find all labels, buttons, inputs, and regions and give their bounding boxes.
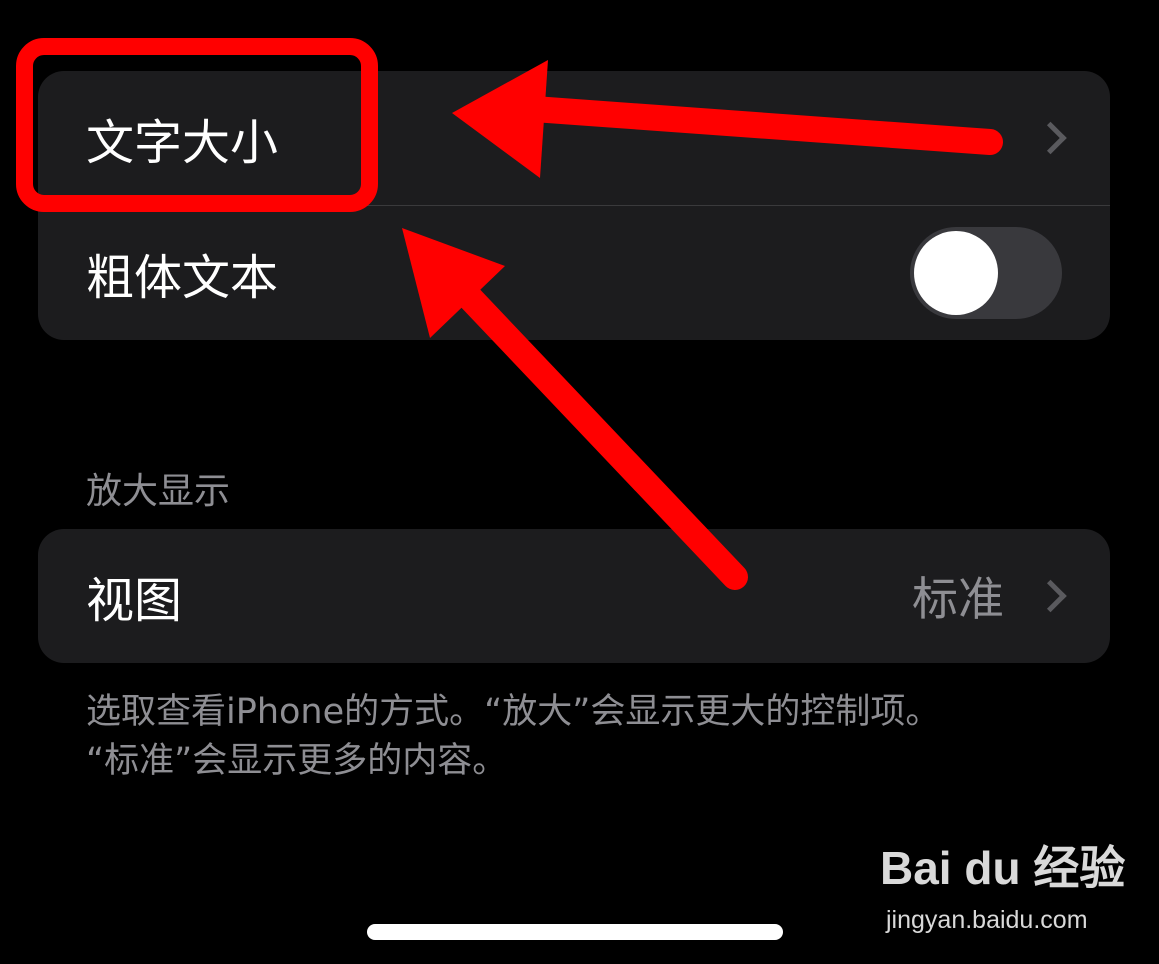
chevron-right-icon	[1034, 121, 1067, 155]
zoom-settings-group: 视图 标准	[38, 529, 1110, 663]
toggle-knob	[914, 231, 998, 315]
view-value: 标准	[912, 572, 1004, 626]
bold-text-row: 粗体文本	[38, 206, 1110, 340]
text-size-row[interactable]: 文字大小	[38, 71, 1110, 205]
zoom-section-header: 放大显示	[86, 471, 231, 512]
footer-line-1: 选取查看iPhone的方式。“放大”会显示更大的控制项。	[86, 692, 941, 732]
display-settings-group: 文字大小 粗体文本	[38, 71, 1110, 340]
zoom-footer-note: 选取查看iPhone的方式。“放大”会显示更大的控制项。 “标准”会显示更多的内…	[86, 688, 1086, 786]
bold-text-label: 粗体文本	[86, 250, 279, 306]
bold-text-toggle[interactable]	[910, 227, 1062, 319]
baidu-watermark: Bai du 经验 jingyan.baidu.com	[880, 832, 1140, 942]
chevron-right-icon	[1034, 579, 1067, 613]
watermark-url: jingyan.baidu.com	[886, 906, 1088, 934]
home-indicator[interactable]	[367, 924, 783, 940]
footer-line-2: “标准”会显示更多的内容。	[86, 741, 508, 781]
view-row[interactable]: 视图 标准	[38, 529, 1110, 663]
baidu-logo: Bai du 经验	[880, 842, 1126, 894]
text-size-label: 文字大小	[86, 115, 279, 171]
view-label: 视图	[86, 573, 183, 629]
